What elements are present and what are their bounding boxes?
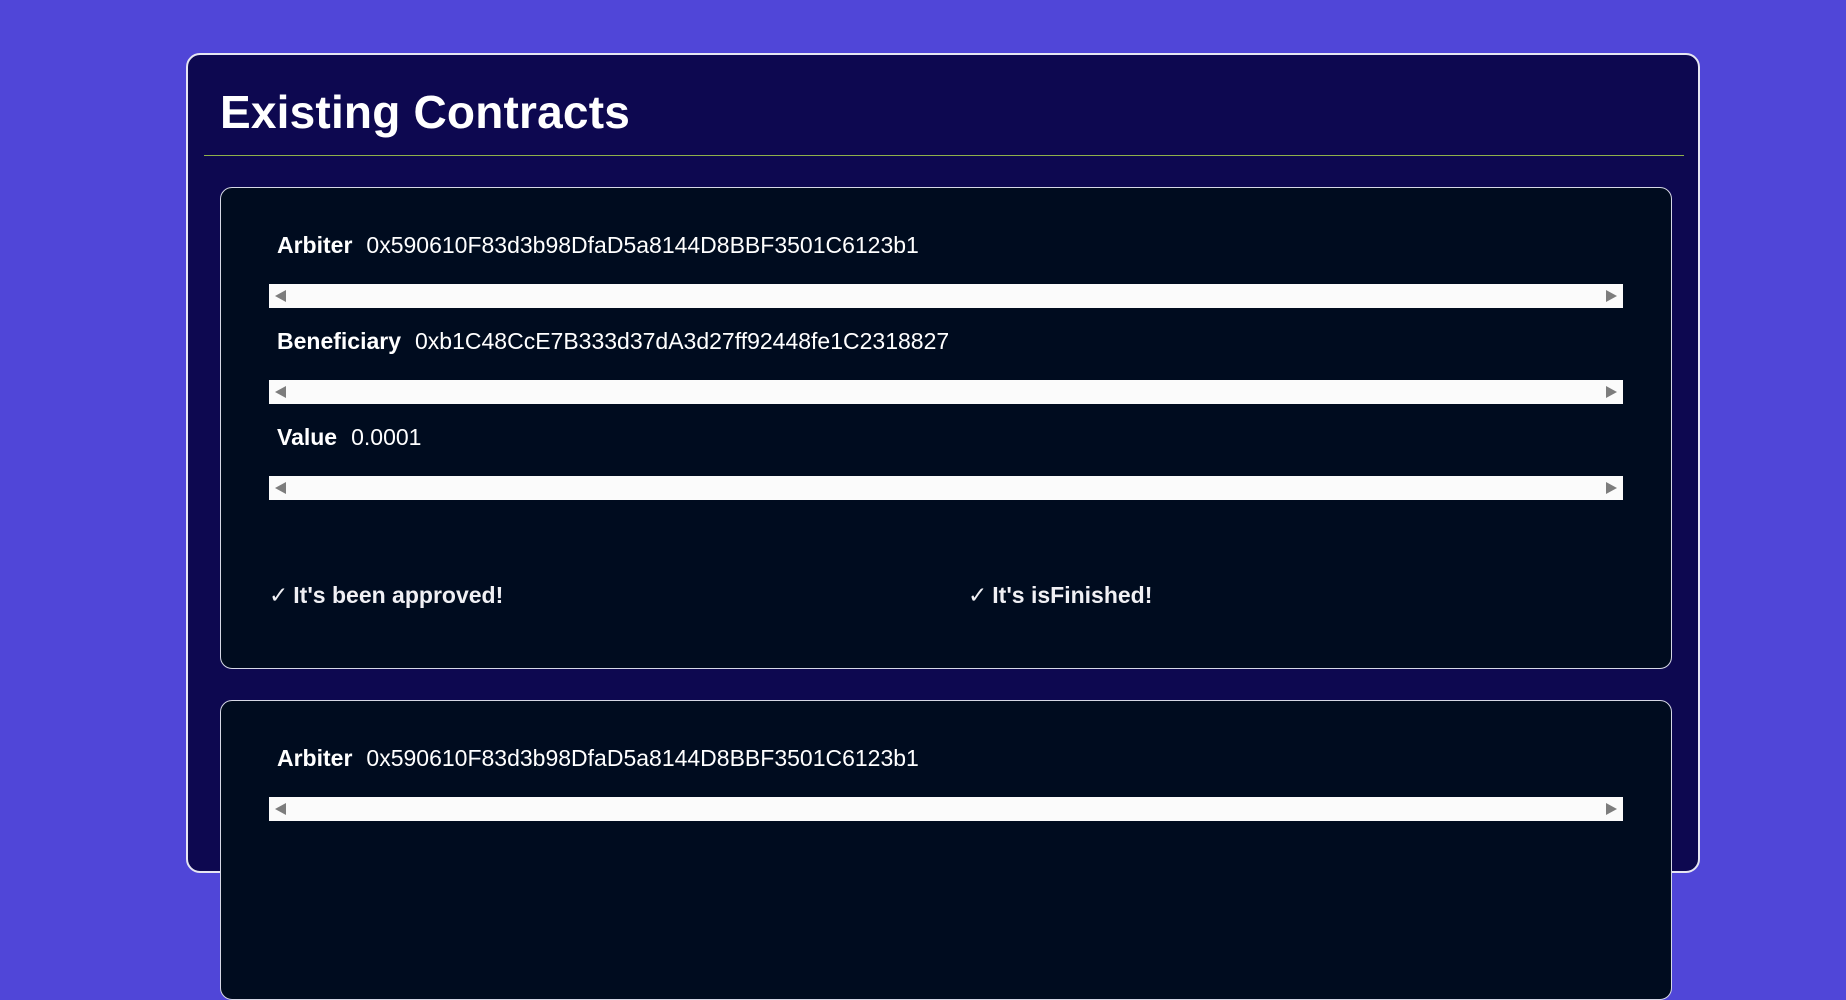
approved-status-text: It's been approved! <box>293 582 504 608</box>
beneficiary-value: 0xb1C48CcE7B333d37dA3d27ff92448fe1C23188… <box>415 328 950 354</box>
approved-status: ✓ It's been approved! <box>269 578 503 612</box>
beneficiary-label: Beneficiary <box>277 328 402 354</box>
scroll-left-icon[interactable] <box>275 803 286 815</box>
arbiter-scrollbar[interactable] <box>269 284 1623 308</box>
scroll-right-icon[interactable] <box>1606 803 1617 815</box>
contract-card: Arbiter 0x590610F83d3b98DfaD5a8144D8BBF35… <box>220 700 1672 1000</box>
beneficiary-field: Beneficiary 0xb1C48CcE7B333d37dA3d27ff924… <box>277 324 949 358</box>
value-scrollbar[interactable] <box>269 476 1623 500</box>
arbiter-field: Arbiter 0x590610F83d3b98DfaD5a8144D8BBF35… <box>277 741 919 775</box>
check-icon: ✓ <box>968 582 988 608</box>
existing-contracts-panel: Existing Contracts Arbiter 0x590610F83d3b… <box>186 53 1700 1000</box>
scroll-left-icon[interactable] <box>275 482 286 494</box>
beneficiary-scrollbar[interactable] <box>269 380 1623 404</box>
arbiter-scrollbar[interactable] <box>269 797 1623 821</box>
page-title: Existing Contracts <box>220 86 631 138</box>
arbiter-field: Arbiter 0x590610F83d3b98DfaD5a8144D8BBF35… <box>277 228 919 262</box>
arbiter-label: Arbiter <box>277 745 353 771</box>
finished-status: ✓ It's isFinished! <box>968 578 1152 612</box>
scroll-right-icon[interactable] <box>1606 386 1617 398</box>
contract-card: Arbiter 0x590610F83d3b98DfaD5a8144D8BBF35… <box>220 187 1672 669</box>
arbiter-label: Arbiter <box>277 232 353 258</box>
scroll-right-icon[interactable] <box>1606 482 1617 494</box>
value-amount: 0.0001 <box>351 424 422 450</box>
value-label: Value <box>277 424 338 450</box>
scroll-left-icon[interactable] <box>275 386 286 398</box>
title-divider <box>204 155 1684 156</box>
value-field: Value 0.0001 <box>277 420 421 454</box>
scroll-left-icon[interactable] <box>275 290 286 302</box>
finished-status-text: It's isFinished! <box>992 582 1153 608</box>
check-icon: ✓ <box>269 582 289 608</box>
arbiter-value: 0x590610F83d3b98DfaD5a8144D8BBF3501C6123… <box>366 232 919 258</box>
scroll-right-icon[interactable] <box>1606 290 1617 302</box>
arbiter-value: 0x590610F83d3b98DfaD5a8144D8BBF3501C6123… <box>366 745 919 771</box>
